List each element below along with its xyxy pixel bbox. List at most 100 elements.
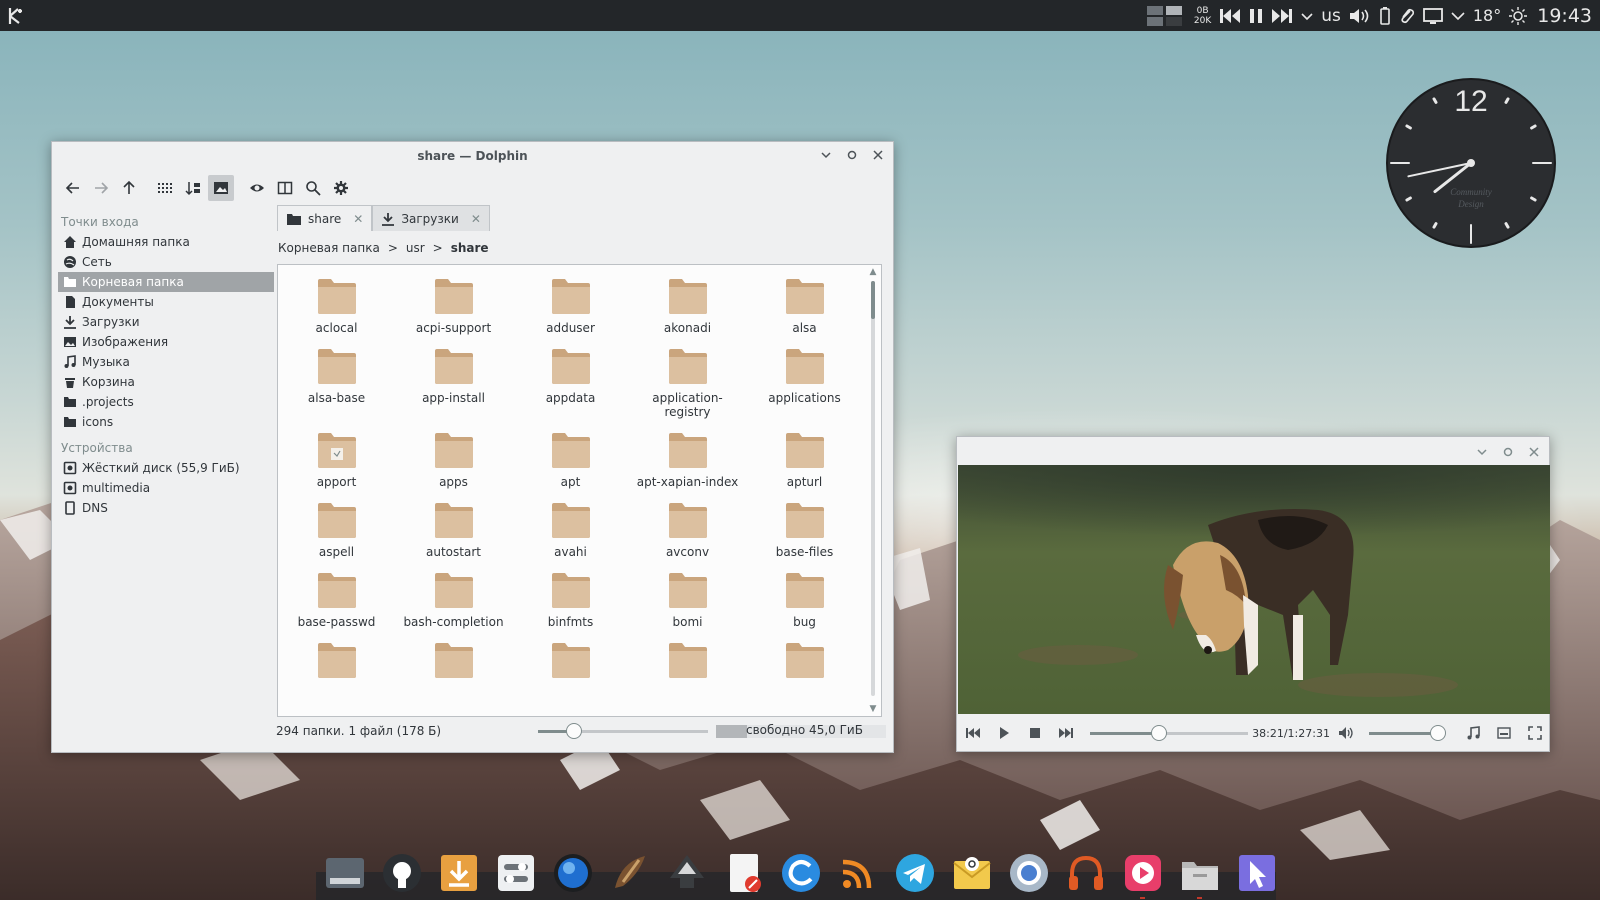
- weather-temperature[interactable]: 18°: [1469, 0, 1505, 31]
- places-item[interactable]: Корзина: [58, 372, 274, 392]
- file-item[interactable]: bash-completion: [395, 559, 512, 629]
- maximize-button[interactable]: [845, 148, 859, 162]
- dock-item[interactable]: [544, 852, 601, 900]
- file-item[interactable]: [746, 629, 863, 685]
- scroll-track[interactable]: [871, 281, 875, 696]
- breadcrumb-usr[interactable]: usr: [406, 241, 425, 255]
- dock-item[interactable]: [658, 852, 715, 900]
- next-button[interactable]: [1051, 720, 1082, 746]
- file-item[interactable]: autostart: [395, 489, 512, 559]
- file-item[interactable]: apturl: [746, 419, 863, 489]
- scroll-down-icon[interactable]: ▼: [868, 704, 878, 714]
- dock-item[interactable]: [316, 852, 373, 900]
- dock-item[interactable]: [1000, 852, 1057, 900]
- search-button[interactable]: [300, 175, 326, 201]
- fullscreen-button[interactable]: [1520, 720, 1551, 746]
- tab-share[interactable]: share ✕: [277, 205, 373, 231]
- clipboard-icon[interactable]: [1395, 0, 1419, 31]
- file-item[interactable]: alsa: [746, 265, 863, 335]
- previous-button[interactable]: [957, 720, 988, 746]
- tab-downloads[interactable]: Загрузки ✕: [372, 205, 490, 231]
- dock-item[interactable]: [772, 852, 829, 900]
- dock-item[interactable]: [373, 852, 430, 900]
- seek-handle[interactable]: [1151, 725, 1168, 741]
- file-item[interactable]: base-passwd: [278, 559, 395, 629]
- file-item[interactable]: adduser: [512, 265, 629, 335]
- file-item[interactable]: alsa-base: [278, 335, 395, 419]
- icons-view-button[interactable]: [152, 175, 178, 201]
- free-space-indicator[interactable]: свободно 45,0 ГиБ: [716, 721, 886, 741]
- display-icon[interactable]: [1419, 0, 1447, 31]
- file-item[interactable]: apt-xapian-index: [629, 419, 746, 489]
- dolphin-titlebar[interactable]: share — Dolphin: [52, 142, 893, 170]
- places-item[interactable]: .projects: [58, 392, 274, 412]
- dock-item[interactable]: [430, 852, 487, 900]
- tab-close-icon[interactable]: ✕: [471, 212, 481, 226]
- breadcrumb-current[interactable]: share: [451, 241, 489, 255]
- previous-track-icon[interactable]: [1215, 0, 1245, 31]
- dock-item[interactable]: [886, 852, 943, 900]
- file-item[interactable]: avahi: [512, 489, 629, 559]
- volume-button[interactable]: [1330, 720, 1361, 746]
- next-track-icon[interactable]: [1267, 0, 1297, 31]
- tray-expand-icon[interactable]: [1447, 0, 1469, 31]
- battery-icon[interactable]: [1375, 0, 1395, 31]
- back-button[interactable]: [60, 175, 86, 201]
- vertical-scrollbar[interactable]: ▲ ▼: [865, 265, 881, 716]
- dock-item[interactable]: [829, 852, 886, 900]
- places-item[interactable]: Сеть: [58, 252, 274, 272]
- volume-handle[interactable]: [1429, 725, 1446, 741]
- forward-button[interactable]: [88, 175, 114, 201]
- file-item[interactable]: apt: [512, 419, 629, 489]
- file-item[interactable]: bug: [746, 559, 863, 629]
- settings-button[interactable]: [328, 175, 354, 201]
- chevron-down-icon[interactable]: [1297, 0, 1317, 31]
- scroll-thumb[interactable]: [871, 281, 875, 319]
- file-item[interactable]: akonadi: [629, 265, 746, 335]
- file-item[interactable]: aspell: [278, 489, 395, 559]
- places-item[interactable]: Документы: [58, 292, 274, 312]
- preview-button[interactable]: [208, 175, 234, 201]
- pager-icon[interactable]: [1142, 0, 1190, 31]
- file-item[interactable]: aclocal: [278, 265, 395, 335]
- minimize-button[interactable]: [1475, 445, 1489, 459]
- close-button[interactable]: [871, 148, 885, 162]
- places-item[interactable]: Корневая папка: [58, 272, 274, 292]
- file-item[interactable]: [395, 629, 512, 685]
- up-button[interactable]: [116, 175, 142, 201]
- kde-launcher-icon[interactable]: [4, 4, 28, 28]
- close-button[interactable]: [1527, 445, 1541, 459]
- places-item[interactable]: Домашняя папка: [58, 232, 274, 252]
- zoom-slider[interactable]: [538, 721, 708, 741]
- maximize-button[interactable]: [1501, 445, 1515, 459]
- subtitles-button[interactable]: [1489, 720, 1520, 746]
- file-item[interactable]: appdata: [512, 335, 629, 419]
- panel-clock[interactable]: 19:43: [1531, 0, 1600, 31]
- file-item[interactable]: application-registry: [629, 335, 746, 419]
- split-view-button[interactable]: [272, 175, 298, 201]
- volume-slider[interactable]: [1369, 723, 1446, 743]
- places-item[interactable]: DNS: [58, 498, 274, 518]
- file-item[interactable]: [629, 629, 746, 685]
- file-item[interactable]: acpi-support: [395, 265, 512, 335]
- dock-item[interactable]: [487, 852, 544, 900]
- file-item[interactable]: [278, 629, 395, 685]
- dock-item[interactable]: [1114, 852, 1171, 900]
- stop-button[interactable]: [1019, 720, 1050, 746]
- minimize-button[interactable]: [819, 148, 833, 162]
- file-item[interactable]: avconv: [629, 489, 746, 559]
- pause-icon[interactable]: [1245, 0, 1267, 31]
- file-item[interactable]: base-files: [746, 489, 863, 559]
- places-item[interactable]: icons: [58, 412, 274, 432]
- analog-clock-widget[interactable]: 12 Community Design: [1385, 77, 1557, 249]
- places-item[interactable]: Изображения: [58, 332, 274, 352]
- seek-slider[interactable]: [1089, 723, 1248, 743]
- places-item[interactable]: Жёсткий диск (55,9 ГиБ): [58, 458, 274, 478]
- keyboard-layout[interactable]: us: [1317, 0, 1345, 31]
- hidden-files-button[interactable]: [244, 175, 270, 201]
- file-item[interactable]: [512, 629, 629, 685]
- file-item[interactable]: binfmts: [512, 559, 629, 629]
- file-item[interactable]: applications: [746, 335, 863, 419]
- file-item[interactable]: bomi: [629, 559, 746, 629]
- video-frame[interactable]: [958, 465, 1550, 714]
